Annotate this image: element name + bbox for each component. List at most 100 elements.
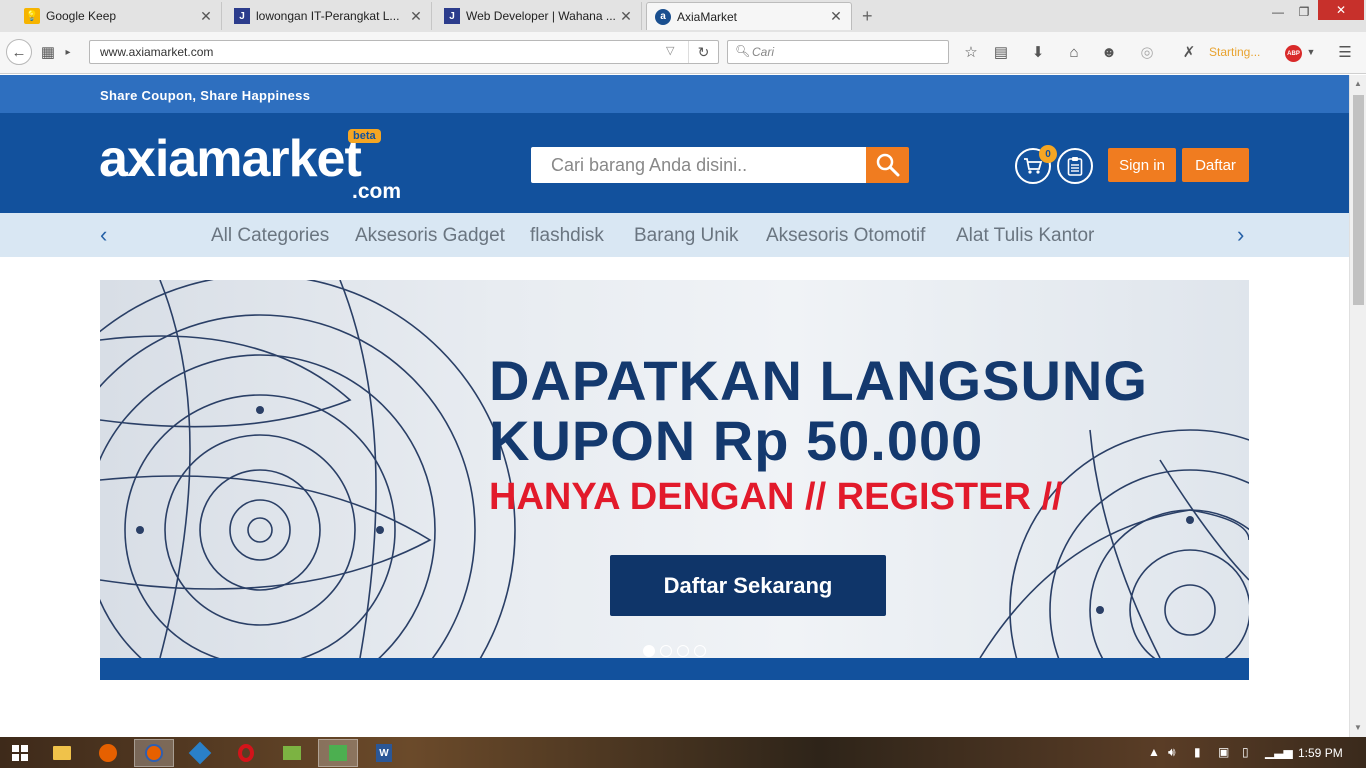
adblock-icon[interactable]: ABP <box>1285 45 1302 62</box>
action-center-icon[interactable]: ▣ <box>1218 745 1229 759</box>
browser-search-input[interactable]: 🔍︎ Cari <box>727 40 949 64</box>
app-green-icon[interactable] <box>272 739 312 767</box>
clock[interactable]: 1:59 PM <box>1298 746 1343 760</box>
category-bar: ‹ All Categories Aksesoris Gadget flashd… <box>0 213 1349 257</box>
google-keep-icon: 💡 <box>24 8 40 24</box>
scroll-down-icon[interactable]: ▼ <box>1354 723 1362 732</box>
sign-in-button[interactable]: Sign in <box>1108 148 1176 182</box>
banner-headline-2: KUPON Rp 50.000 <box>489 409 984 472</box>
browser-tab-axiamarket[interactable]: a AxiaMarket ✕ <box>646 2 852 30</box>
logo-suffix: .com <box>352 180 402 203</box>
start-button[interactable] <box>0 739 40 767</box>
firefox-icon[interactable] <box>88 739 128 767</box>
volume-icon[interactable]: 🔊︎ <box>1168 745 1176 760</box>
category-alat-tulis-kantor[interactable]: Alat Tulis Kantor <box>956 225 1094 247</box>
close-window-button[interactable]: ✕ <box>1318 0 1364 20</box>
browser-search-placeholder: Cari <box>752 45 775 59</box>
j-site-icon: J <box>444 8 460 24</box>
carousel-dot[interactable] <box>694 645 706 657</box>
scrollbar-thumb[interactable] <box>1353 95 1364 305</box>
category-barang-unik[interactable]: Barang Unik <box>634 225 739 247</box>
bookmark-star-icon[interactable]: ☆ <box>961 42 981 62</box>
signal-icon[interactable]: ▁▃▅ <box>1265 745 1293 759</box>
browser-tab-web-developer[interactable]: J Web Developer | Wahana ... ✕ <box>436 2 642 30</box>
downloads-icon[interactable]: ⬇ <box>1028 42 1048 62</box>
site-logo[interactable]: axiamarket <box>99 133 362 185</box>
library-icon[interactable]: ▦ <box>38 42 58 62</box>
site-tagline: Share Coupon, Share Happiness <box>100 88 311 103</box>
app-map-icon[interactable] <box>318 739 358 767</box>
beta-badge: beta <box>348 129 381 143</box>
web-page: Share Coupon, Share Happiness axiamarket… <box>0 75 1349 737</box>
status-text: Starting... <box>1209 45 1261 59</box>
order-list-button[interactable] <box>1057 148 1093 184</box>
reload-button[interactable]: ↻ <box>688 41 718 63</box>
back-button[interactable]: ← <box>6 39 32 65</box>
url-dropdown-icon[interactable]: ▽ <box>666 44 674 57</box>
banner-subheadline: HANYA DENGAN // REGISTER // <box>489 476 1063 518</box>
restore-button[interactable]: ❐ <box>1292 2 1316 22</box>
banner-headline-1: DAPATKAN LANGSUNG <box>489 349 1148 412</box>
tray-expand-icon[interactable]: ▲ <box>1148 745 1160 759</box>
j-site-icon: J <box>234 8 250 24</box>
reading-list-icon[interactable]: ▤ <box>991 42 1011 62</box>
close-icon[interactable]: ✕ <box>199 8 213 25</box>
new-tab-button[interactable]: + <box>862 6 873 27</box>
browser-tab-bar: 💡 Google Keep ✕ J lowongan IT-Perangkat … <box>0 0 1366 32</box>
tab-title: Web Developer | Wahana ... <box>466 9 616 23</box>
chevron-down-icon[interactable]: ▼ <box>1301 42 1321 62</box>
cart-icon <box>1024 158 1043 174</box>
browser-nav-bar: ← ▦ ▸ www.axiamarket.com ▽ ↻ 🔍︎ Cari ☆ ▤… <box>0 32 1366 74</box>
carousel-dots <box>643 645 706 657</box>
page-scrollbar[interactable]: ▲ ▼ <box>1349 75 1366 737</box>
firefox-active-icon[interactable] <box>134 739 174 767</box>
app-blue-icon[interactable] <box>180 739 220 767</box>
carousel-dot[interactable] <box>643 645 655 657</box>
close-icon[interactable]: ✕ <box>409 8 423 25</box>
top-strip: Share Coupon, Share Happiness <box>0 75 1349 113</box>
network-tray-icon[interactable]: ▮ <box>1194 745 1201 759</box>
carousel-dot[interactable] <box>660 645 672 657</box>
clipboard-icon <box>1067 157 1083 176</box>
url-text: www.axiamarket.com <box>100 45 214 59</box>
tab-title: AxiaMarket <box>677 9 738 24</box>
scroll-up-icon[interactable]: ▲ <box>1354 79 1362 88</box>
carousel-dot[interactable] <box>677 645 689 657</box>
pocket-icon[interactable]: ◎ <box>1137 42 1157 62</box>
site-header: axiamarket beta .com Cari barang Anda di… <box>0 113 1349 213</box>
axiamarket-icon: a <box>655 8 671 25</box>
banner-register-button[interactable]: Daftar Sekarang <box>610 555 886 616</box>
category-aksesoris-gadget[interactable]: Aksesoris Gadget <box>355 225 505 247</box>
register-button[interactable]: Daftar <box>1182 148 1249 182</box>
category-all[interactable]: All Categories <box>211 225 329 247</box>
banner-footer-strip <box>100 658 1249 680</box>
forward-icon[interactable]: ▸ <box>58 42 78 62</box>
word-icon[interactable]: W <box>364 739 404 767</box>
category-aksesoris-otomotif[interactable]: Aksesoris Otomotif <box>766 225 925 247</box>
close-icon[interactable]: ✕ <box>619 8 633 25</box>
url-bar[interactable]: www.axiamarket.com <box>89 40 719 64</box>
product-search-input[interactable]: Cari barang Anda disini.. <box>531 147 866 183</box>
search-icon: 🔍︎ <box>735 44 751 58</box>
tab-title: lowongan IT-Perangkat L... <box>256 9 400 23</box>
browser-tab-google-keep[interactable]: 💡 Google Keep ✕ <box>16 2 222 30</box>
file-explorer-icon[interactable] <box>42 739 82 767</box>
menu-icon[interactable]: ☰ <box>1335 42 1355 62</box>
battery-icon[interactable]: ▯ <box>1242 745 1249 759</box>
promo-banner[interactable]: DAPATKAN LANGSUNG KUPON Rp 50.000 HANYA … <box>100 280 1249 680</box>
home-icon[interactable]: ⌂ <box>1064 42 1084 62</box>
cart-count-badge: 0 <box>1039 145 1057 163</box>
close-icon[interactable]: ✕ <box>829 8 843 25</box>
browser-tab-lowongan[interactable]: J lowongan IT-Perangkat L... ✕ <box>226 2 432 30</box>
windows-logo-icon <box>12 745 28 761</box>
chevron-right-icon[interactable]: › <box>1237 224 1244 246</box>
search-button[interactable] <box>866 147 909 183</box>
category-flashdisk[interactable]: flashdisk <box>530 225 604 247</box>
chevron-left-icon[interactable]: ‹ <box>100 224 107 246</box>
opera-icon[interactable] <box>226 739 266 767</box>
tab-title: Google Keep <box>46 9 117 23</box>
hello-icon[interactable]: ☻ <box>1099 42 1119 62</box>
tools-icon[interactable]: ✗ <box>1179 42 1199 62</box>
windows-taskbar: W ▲ 🔊︎ ▮ ▣ ▯ ▁▃▅ 1:59 PM <box>0 737 1366 768</box>
minimize-button[interactable]: — <box>1266 2 1290 22</box>
